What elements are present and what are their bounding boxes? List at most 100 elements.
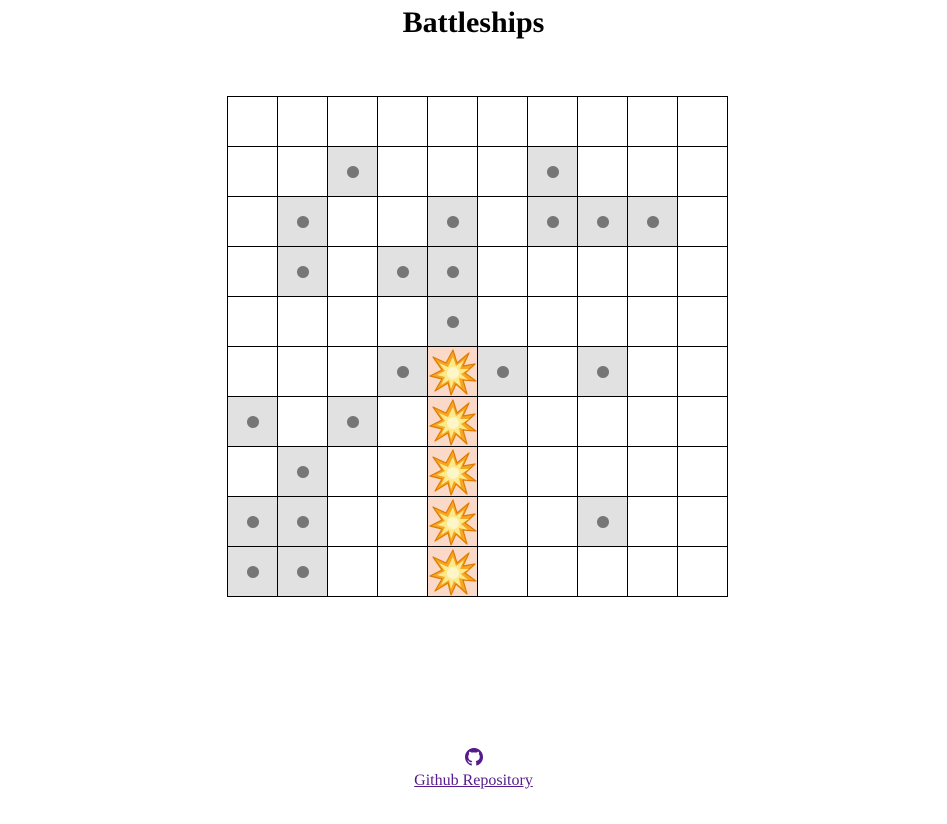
- board-cell-empty[interactable]: [278, 397, 328, 447]
- board-cell-empty[interactable]: [328, 247, 378, 297]
- board-cell-empty[interactable]: [678, 247, 728, 297]
- board-cell-empty[interactable]: [428, 147, 478, 197]
- board-cell-empty[interactable]: [628, 447, 678, 497]
- board-cell-miss[interactable]: [228, 397, 278, 447]
- board-cell-miss[interactable]: [628, 197, 678, 247]
- board-cell-miss[interactable]: [278, 197, 328, 247]
- board-cell-empty[interactable]: [278, 147, 328, 197]
- board-cell-miss[interactable]: [228, 497, 278, 547]
- board-cell-empty[interactable]: [578, 447, 628, 497]
- board-cell-empty[interactable]: [428, 97, 478, 147]
- board-cell-empty[interactable]: [378, 497, 428, 547]
- board-cell-miss[interactable]: [378, 247, 428, 297]
- board-cell-miss[interactable]: [428, 297, 478, 347]
- board-cell-empty[interactable]: [328, 447, 378, 497]
- board-cell-empty[interactable]: [378, 547, 428, 597]
- board-cell-empty[interactable]: [528, 447, 578, 497]
- board-cell-empty[interactable]: [228, 197, 278, 247]
- board-cell-empty[interactable]: [378, 97, 428, 147]
- board-cell-empty[interactable]: [228, 247, 278, 297]
- board-cell-empty[interactable]: [528, 397, 578, 447]
- board-cell-empty[interactable]: [628, 97, 678, 147]
- board-cell-empty[interactable]: [628, 497, 678, 547]
- board-cell-empty[interactable]: [678, 497, 728, 547]
- board-cell-empty[interactable]: [478, 497, 528, 547]
- board-cell-miss[interactable]: [278, 447, 328, 497]
- board-cell-empty[interactable]: [278, 297, 328, 347]
- board-cell-empty[interactable]: [228, 147, 278, 197]
- board-cell-empty[interactable]: [528, 297, 578, 347]
- board-cell-empty[interactable]: [478, 547, 528, 597]
- board-cell-miss[interactable]: [528, 197, 578, 247]
- board-cell-hit[interactable]: [428, 497, 478, 547]
- board-cell-empty[interactable]: [378, 447, 428, 497]
- board-cell-hit[interactable]: [428, 447, 478, 497]
- board-cell-miss[interactable]: [528, 147, 578, 197]
- board-cell-miss[interactable]: [578, 347, 628, 397]
- board-cell-miss[interactable]: [428, 197, 478, 247]
- board-cell-empty[interactable]: [328, 547, 378, 597]
- board-cell-empty[interactable]: [328, 297, 378, 347]
- board-cell-miss[interactable]: [578, 197, 628, 247]
- board-cell-empty[interactable]: [328, 197, 378, 247]
- board-cell-empty[interactable]: [228, 97, 278, 147]
- board-cell-miss[interactable]: [278, 547, 328, 597]
- board-cell-empty[interactable]: [378, 197, 428, 247]
- board-cell-empty[interactable]: [478, 197, 528, 247]
- board-cell-empty[interactable]: [578, 247, 628, 297]
- board-cell-empty[interactable]: [478, 397, 528, 447]
- board-cell-empty[interactable]: [228, 447, 278, 497]
- board-cell-miss[interactable]: [378, 347, 428, 397]
- board-cell-empty[interactable]: [678, 447, 728, 497]
- board-cell-miss[interactable]: [328, 397, 378, 447]
- board-cell-empty[interactable]: [478, 247, 528, 297]
- board-cell-empty[interactable]: [478, 97, 528, 147]
- board-cell-hit[interactable]: [428, 347, 478, 397]
- board-cell-miss[interactable]: [328, 147, 378, 197]
- board-cell-empty[interactable]: [678, 397, 728, 447]
- board-cell-empty[interactable]: [678, 547, 728, 597]
- board-cell-miss[interactable]: [478, 347, 528, 397]
- board-cell-empty[interactable]: [328, 97, 378, 147]
- github-repository-link[interactable]: Github Repository: [414, 772, 533, 790]
- board-cell-empty[interactable]: [528, 97, 578, 147]
- board-cell-hit[interactable]: [428, 397, 478, 447]
- board-cell-miss[interactable]: [578, 497, 628, 547]
- board-cell-empty[interactable]: [228, 297, 278, 347]
- board-cell-empty[interactable]: [628, 547, 678, 597]
- board-cell-empty[interactable]: [678, 147, 728, 197]
- board-cell-empty[interactable]: [678, 197, 728, 247]
- board-cell-empty[interactable]: [478, 447, 528, 497]
- board-cell-empty[interactable]: [628, 247, 678, 297]
- board-cell-empty[interactable]: [478, 147, 528, 197]
- board-cell-miss[interactable]: [278, 497, 328, 547]
- board-cell-miss[interactable]: [228, 547, 278, 597]
- board-cell-empty[interactable]: [528, 247, 578, 297]
- board-cell-empty[interactable]: [278, 97, 328, 147]
- board-cell-empty[interactable]: [578, 547, 628, 597]
- board-cell-empty[interactable]: [628, 347, 678, 397]
- board-cell-empty[interactable]: [278, 347, 328, 397]
- board-cell-empty[interactable]: [578, 147, 628, 197]
- board-cell-empty[interactable]: [528, 547, 578, 597]
- board-cell-miss[interactable]: [428, 247, 478, 297]
- board-cell-empty[interactable]: [628, 147, 678, 197]
- board-cell-empty[interactable]: [478, 297, 528, 347]
- board-cell-empty[interactable]: [228, 347, 278, 397]
- board-cell-empty[interactable]: [578, 97, 628, 147]
- board-cell-hit[interactable]: [428, 547, 478, 597]
- board-cell-empty[interactable]: [678, 97, 728, 147]
- board-cell-empty[interactable]: [378, 297, 428, 347]
- board-cell-empty[interactable]: [578, 397, 628, 447]
- board-cell-empty[interactable]: [678, 347, 728, 397]
- board-cell-empty[interactable]: [378, 147, 428, 197]
- board-cell-empty[interactable]: [628, 397, 678, 447]
- board-cell-empty[interactable]: [678, 297, 728, 347]
- board-cell-empty[interactable]: [578, 297, 628, 347]
- board-cell-empty[interactable]: [328, 347, 378, 397]
- board-cell-empty[interactable]: [528, 497, 578, 547]
- board-cell-empty[interactable]: [628, 297, 678, 347]
- github-icon[interactable]: [464, 748, 483, 766]
- board-cell-empty[interactable]: [328, 497, 378, 547]
- board-cell-empty[interactable]: [378, 397, 428, 447]
